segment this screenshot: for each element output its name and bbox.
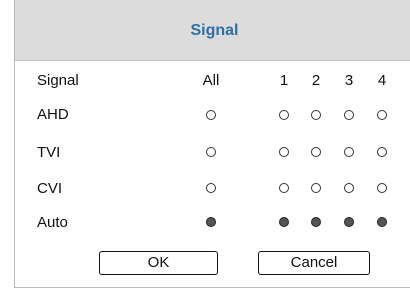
radio-auto-3[interactable] bbox=[344, 217, 354, 227]
radio-auto-1[interactable] bbox=[279, 217, 289, 227]
ok-button[interactable]: OK bbox=[99, 251, 218, 275]
row-label-tvi: TVI bbox=[37, 144, 61, 161]
radio-ahd-4[interactable] bbox=[377, 110, 387, 120]
column-header-2: 2 bbox=[311, 72, 321, 89]
row-label-ahd: AHD bbox=[37, 106, 69, 123]
radio-auto-4[interactable] bbox=[377, 217, 387, 227]
signal-dialog: Signal Signal All 1 2 3 4 AHD TVI CVI Au… bbox=[14, 0, 410, 288]
radio-tvi-4[interactable] bbox=[377, 147, 387, 157]
radio-ahd-1[interactable] bbox=[279, 110, 289, 120]
radio-ahd-3[interactable] bbox=[344, 110, 354, 120]
radio-tvi-all[interactable] bbox=[206, 147, 216, 157]
radio-ahd-all[interactable] bbox=[206, 110, 216, 120]
radio-ahd-2[interactable] bbox=[311, 110, 321, 120]
radio-auto-all[interactable] bbox=[206, 217, 216, 227]
column-header-1: 1 bbox=[279, 72, 289, 89]
dialog-title: Signal bbox=[190, 22, 239, 39]
radio-tvi-1[interactable] bbox=[279, 147, 289, 157]
column-header-4: 4 bbox=[377, 72, 387, 89]
radio-cvi-2[interactable] bbox=[311, 183, 321, 193]
radio-cvi-3[interactable] bbox=[344, 183, 354, 193]
radio-cvi-1[interactable] bbox=[279, 183, 289, 193]
radio-tvi-3[interactable] bbox=[344, 147, 354, 157]
radio-auto-2[interactable] bbox=[311, 217, 321, 227]
signal-header-label: Signal bbox=[37, 72, 79, 89]
radio-tvi-2[interactable] bbox=[311, 147, 321, 157]
dialog-title-bar: Signal bbox=[15, 0, 410, 61]
row-label-auto: Auto bbox=[37, 214, 68, 231]
row-label-cvi: CVI bbox=[37, 180, 63, 197]
cancel-button[interactable]: Cancel bbox=[258, 251, 370, 275]
column-header-3: 3 bbox=[344, 72, 354, 89]
radio-cvi-all[interactable] bbox=[206, 183, 216, 193]
column-header-all: All bbox=[202, 72, 220, 89]
radio-cvi-4[interactable] bbox=[377, 183, 387, 193]
